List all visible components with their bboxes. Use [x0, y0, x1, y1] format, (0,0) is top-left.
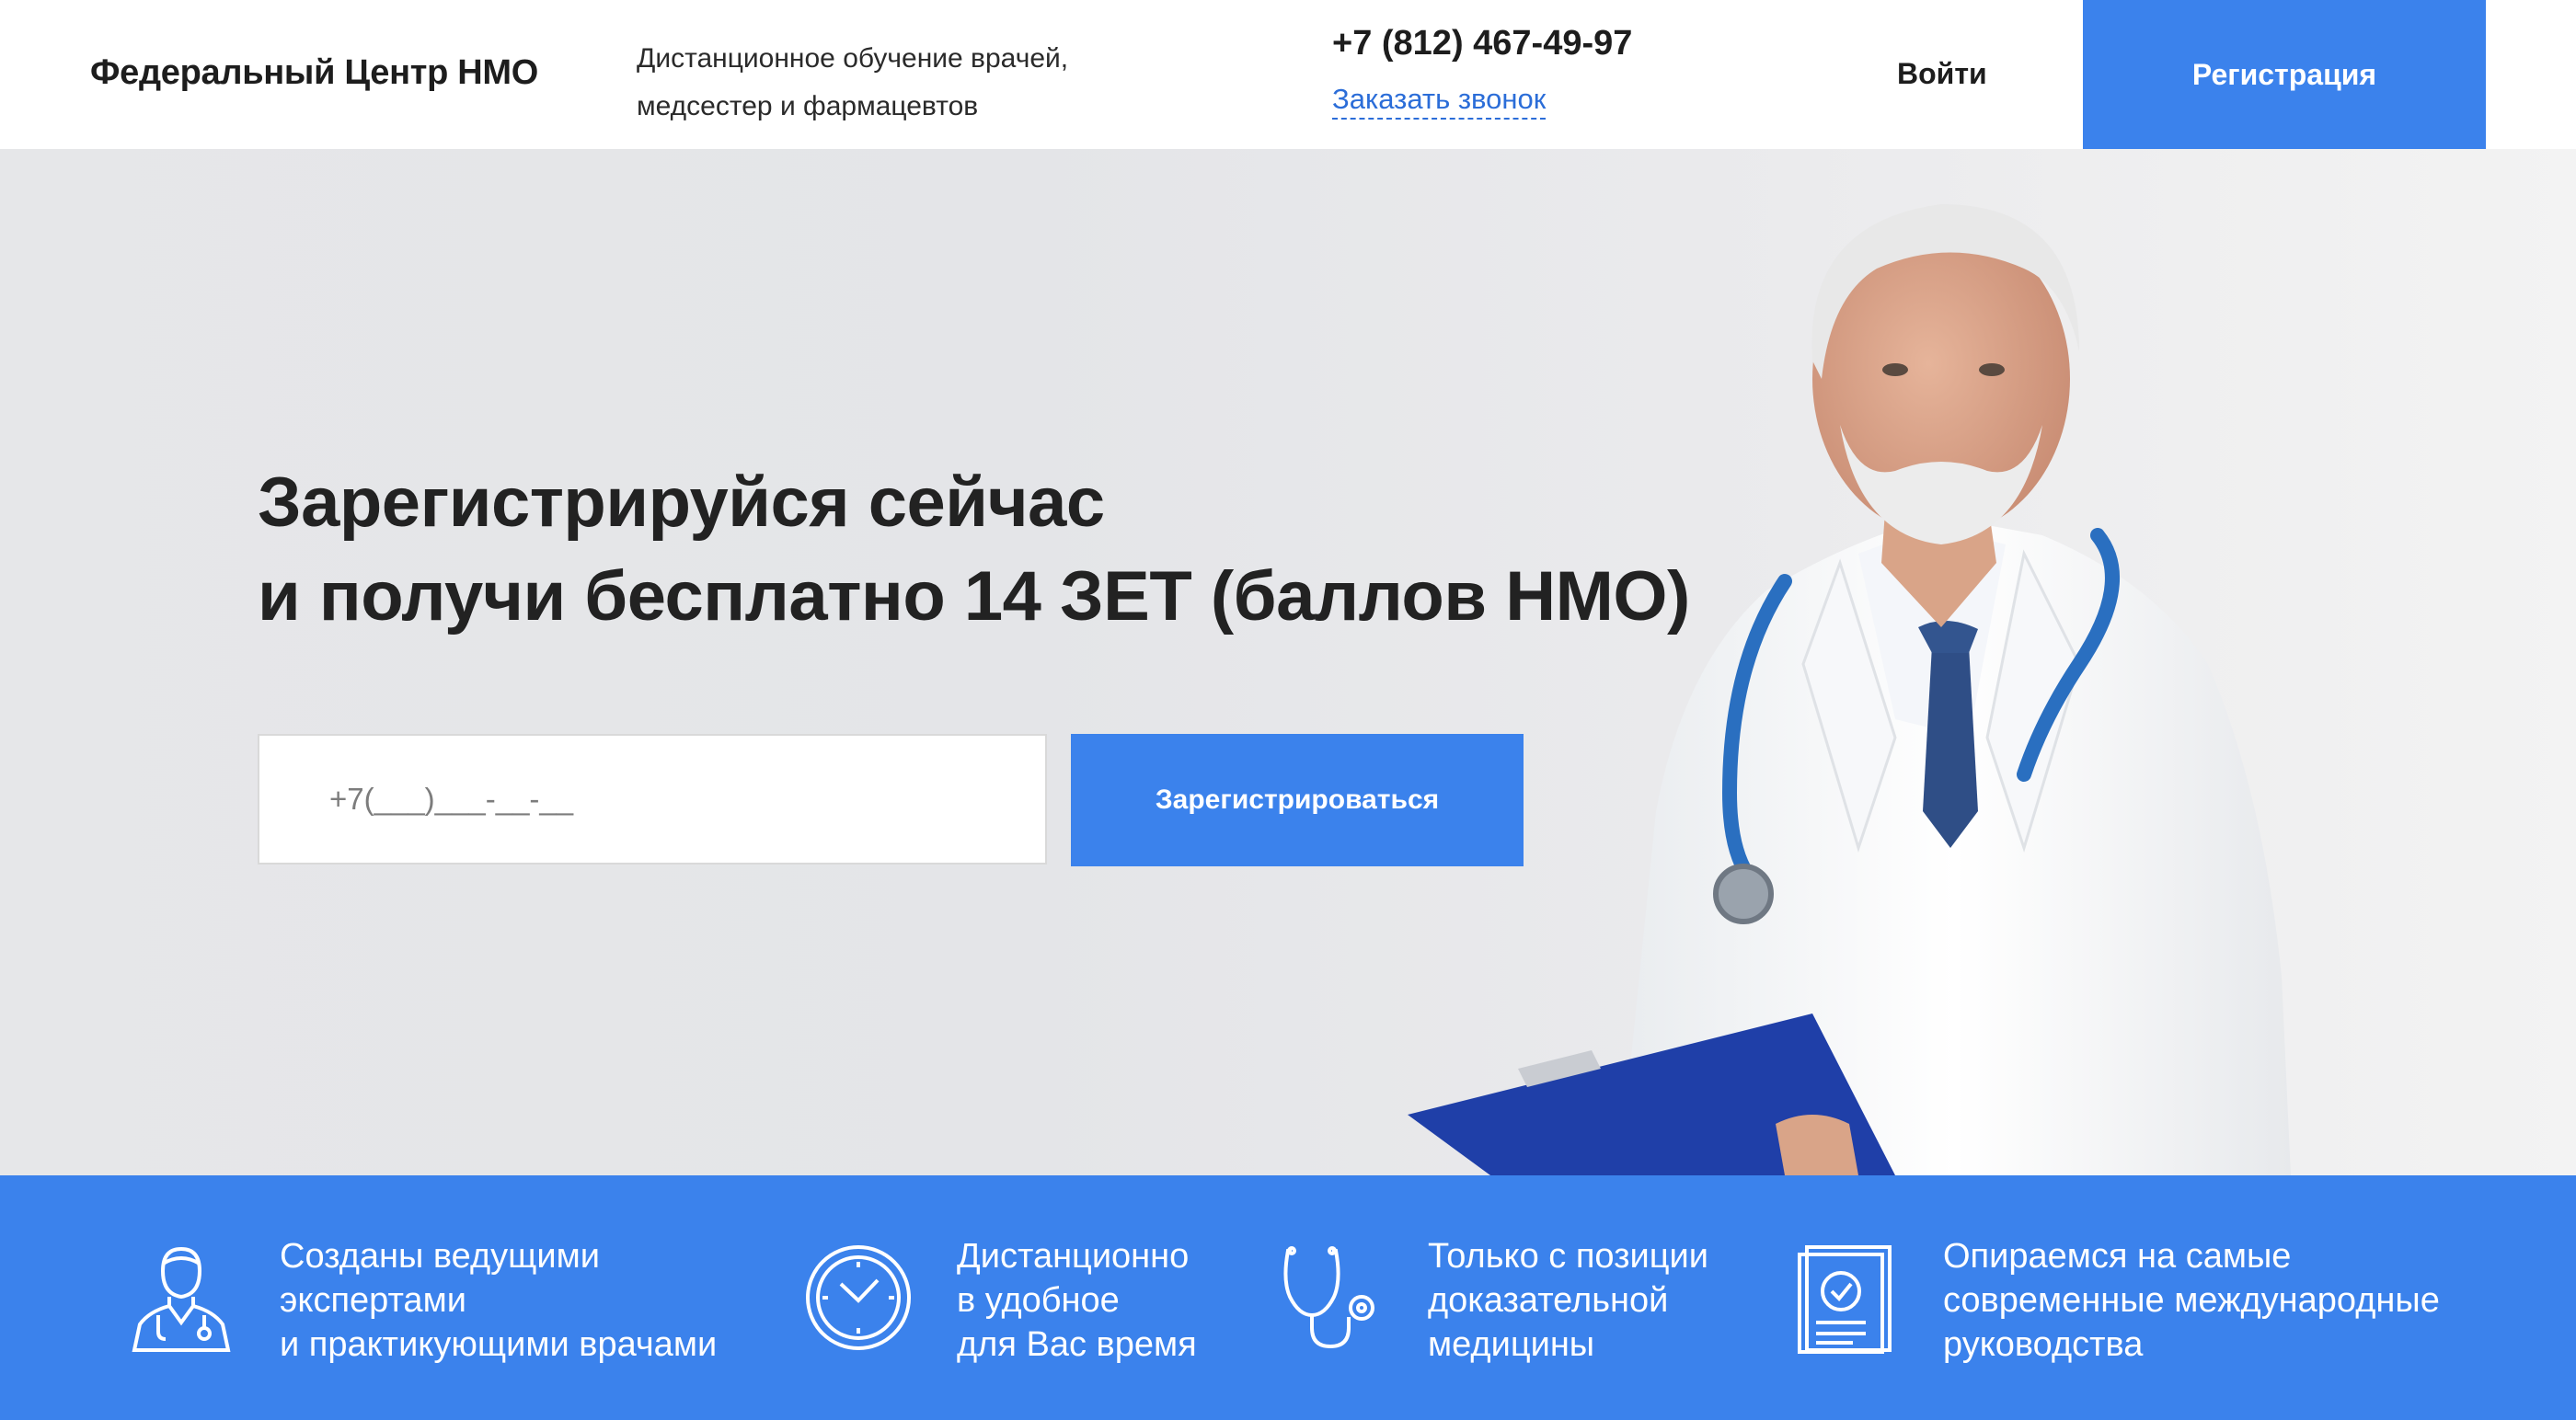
- feature-line: доказательной: [1428, 1281, 1669, 1320]
- feature-text: Созданы ведущими экспертами и практикующ…: [280, 1234, 717, 1367]
- hero-title-line-2: и получи бесплатно 14 ЗЕТ (баллов НМО): [258, 557, 1690, 636]
- features-bar: Созданы ведущими экспертами и практикующ…: [0, 1175, 2576, 1420]
- feature-line: Только с позиции: [1428, 1237, 1708, 1276]
- stethoscope-icon: [1279, 1243, 1389, 1357]
- feature-line: Дистанционно: [957, 1237, 1190, 1276]
- site-header: Федеральный Центр НМО Дистанционное обуч…: [0, 0, 2576, 149]
- hero-section: Зарегистрируйся сейчас и получи бесплатн…: [0, 149, 2576, 1175]
- feature-text: Только с позиции доказательной медицины: [1428, 1234, 1708, 1367]
- feature-item: Опираемся на самые современные междунаро…: [1785, 1175, 2576, 1420]
- feature-item: Только с позиции доказательной медицины: [1270, 1175, 1785, 1420]
- feature-line: Созданы ведущими: [280, 1237, 600, 1276]
- site-logo[interactable]: Федеральный Центр НМО: [90, 53, 538, 93]
- tagline-line-1: Дистанционное обучение врачей,: [637, 43, 1069, 74]
- contact-phone[interactable]: +7 (812) 467-49-97: [1332, 24, 1632, 63]
- document-check-icon: [1798, 1243, 1893, 1360]
- feature-item: Созданы ведущими экспертами и практикующ…: [0, 1175, 736, 1420]
- login-link[interactable]: Войти: [1897, 57, 1987, 91]
- hero-title-line-1: Зарегистрируйся сейчас: [258, 464, 1105, 542]
- feature-text: Опираемся на самые современные междунаро…: [1943, 1234, 2440, 1367]
- feature-line: Опираемся на самые: [1943, 1237, 2292, 1276]
- phone-input[interactable]: [258, 734, 1047, 865]
- feature-line: в удобное: [957, 1281, 1120, 1320]
- site-tagline: Дистанционное обучение врачей, медсестер…: [637, 35, 1152, 131]
- feature-line: медицины: [1428, 1325, 1595, 1364]
- feature-item: Дистанционно в удобное для Вас время: [791, 1175, 1270, 1420]
- feature-line: руководства: [1943, 1325, 2144, 1364]
- feature-line: современные международные: [1943, 1281, 2440, 1320]
- feature-line: и практикующими врачами: [280, 1325, 718, 1364]
- register-button[interactable]: Регистрация: [2083, 0, 2486, 149]
- doctor-photo: [1408, 204, 2291, 1175]
- feature-line: экспертами: [280, 1281, 466, 1320]
- feature-line: для Вас время: [957, 1325, 1197, 1364]
- register-submit-button[interactable]: Зарегистрироваться: [1071, 734, 1524, 866]
- doctor-icon: [131, 1243, 232, 1358]
- tagline-line-2: медсестер и фармацевтов: [637, 91, 979, 121]
- clock-icon: [804, 1243, 913, 1357]
- hero-title: Зарегистрируйся сейчас и получи бесплатн…: [258, 456, 1690, 644]
- feature-text: Дистанционно в удобное для Вас время: [957, 1234, 1197, 1367]
- callback-link[interactable]: Заказать звонок: [1332, 83, 1547, 120]
